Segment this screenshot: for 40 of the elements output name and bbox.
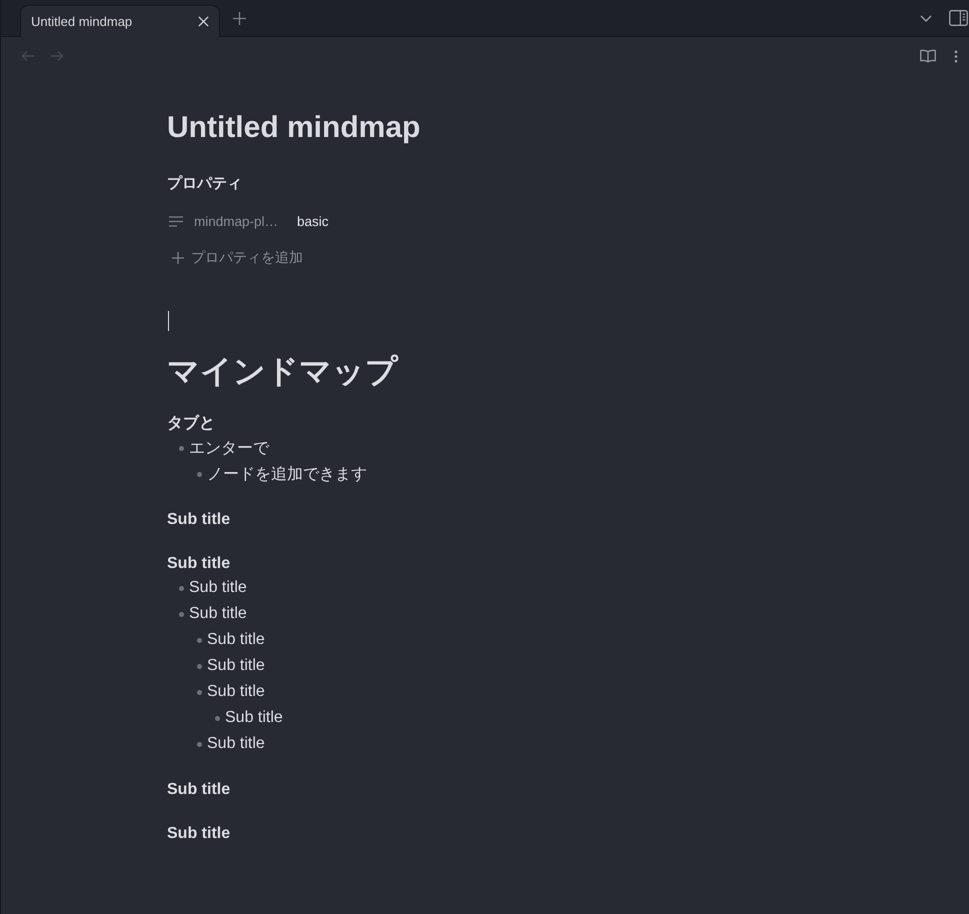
plus-icon <box>172 252 184 264</box>
list-item-text: Sub title <box>189 605 247 623</box>
bullet-icon <box>179 586 184 590</box>
list-item-text: Sub title <box>207 631 265 649</box>
properties-heading: プロパティ <box>167 174 243 194</box>
add-property-button[interactable]: プロパティを追加 <box>167 244 303 272</box>
section-heading: Sub title <box>167 780 232 800</box>
list-item-text: ノードを追加できます <box>207 464 367 484</box>
list-item-text: エンターで <box>189 438 269 458</box>
sidebar-toggle-icon[interactable] <box>949 10 968 26</box>
bullet-icon <box>197 638 202 642</box>
close-icon[interactable] <box>198 16 209 27</box>
bullet-icon <box>197 664 202 668</box>
list-item-text: Sub title <box>207 657 265 675</box>
tab[interactable]: Untitled mindmap <box>20 5 220 37</box>
list-item-text: Sub title <box>207 735 265 753</box>
text-cursor <box>168 311 169 331</box>
list-item-text: Sub title <box>207 683 265 701</box>
section-heading: Sub title <box>167 510 232 530</box>
list-item-text: Sub title <box>189 579 247 597</box>
text-lines-icon <box>169 216 183 226</box>
section-heading: タブと <box>167 413 216 434</box>
bullet-icon <box>215 716 220 720</box>
book-icon[interactable] <box>920 49 936 63</box>
section-heading: Sub title <box>167 554 232 574</box>
list-item-text: Sub title <box>225 709 283 727</box>
heading: マインドマップ <box>167 352 400 391</box>
plus-icon[interactable] <box>233 12 246 25</box>
bullet-icon <box>179 612 184 616</box>
bullet-icon <box>197 472 202 476</box>
tab-title[interactable]: Untitled mindmap <box>31 14 198 29</box>
property-value[interactable]: basic <box>295 214 329 228</box>
chevron-down-icon[interactable] <box>920 15 932 22</box>
bullet-icon <box>179 446 184 450</box>
note-title: Untitled mindmap <box>167 110 422 146</box>
section-heading: Sub title <box>167 824 232 844</box>
bullet-icon <box>197 742 202 746</box>
bullet-icon <box>197 690 202 694</box>
more-vertical-icon[interactable] <box>954 50 958 62</box>
property-key[interactable]: mindmap-pl… <box>167 214 295 228</box>
